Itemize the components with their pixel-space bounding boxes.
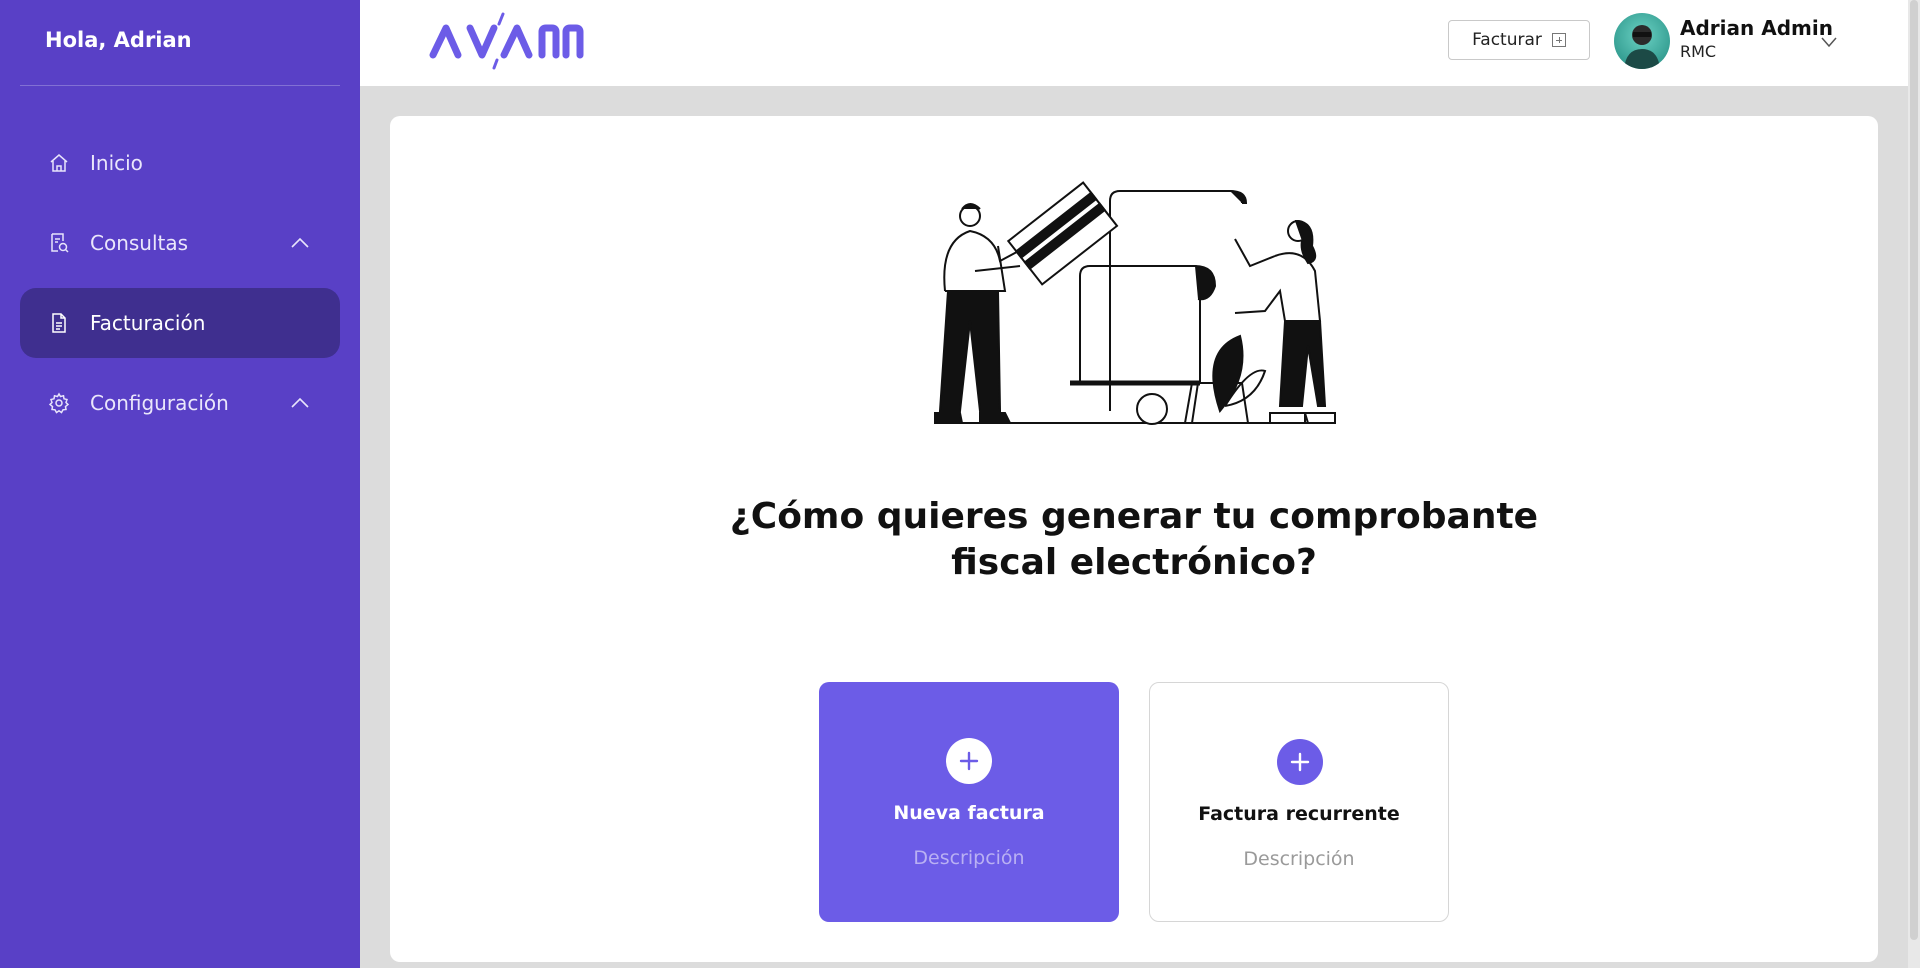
document-search-icon [48, 232, 70, 254]
sidebar-item-consultas[interactable]: Consultas [20, 208, 340, 278]
sidebar-greeting: Hola, Adrian [45, 28, 192, 52]
gear-icon [48, 392, 70, 414]
vertical-scrollbar[interactable] [1908, 0, 1920, 968]
facturar-label: Facturar [1472, 30, 1542, 50]
home-icon [48, 152, 70, 174]
sidebar-item-facturacion[interactable]: Facturación [20, 288, 340, 358]
chevron-up-icon[interactable] [290, 237, 310, 249]
chevron-up-icon[interactable] [290, 397, 310, 409]
main-card: ¿Cómo quieres generar tu comprobante fis… [390, 116, 1878, 962]
avan-logo[interactable] [428, 10, 588, 76]
scrollbar-thumb[interactable] [1910, 0, 1918, 940]
option-title: Nueva factura [893, 802, 1045, 824]
user-name: Adrian Admin [1680, 16, 1833, 40]
user-org: RMC [1680, 42, 1717, 61]
option-title: Factura recurrente [1198, 803, 1400, 825]
document-icon [48, 312, 70, 334]
chevron-down-icon[interactable] [1820, 36, 1838, 48]
nueva-factura-option[interactable]: Nueva factura Descripción [819, 682, 1119, 922]
plus-circle-icon [1277, 739, 1323, 785]
sidebar-item-label: Configuración [90, 391, 229, 415]
page-question: ¿Cómo quieres generar tu comprobante fis… [390, 494, 1878, 586]
sidebar-item-label: Inicio [90, 151, 143, 175]
sidebar-item-label: Facturación [90, 311, 206, 335]
question-line-2: fiscal electrónico? [951, 542, 1317, 583]
plus-square-icon [1551, 33, 1566, 47]
option-description: Descripción [913, 847, 1025, 869]
plus-circle-icon [946, 738, 992, 784]
sidebar-divider [20, 85, 340, 86]
avatar[interactable] [1614, 13, 1670, 69]
invoice-illustration [930, 151, 1350, 435]
question-line-1: ¿Cómo quieres generar tu comprobante [729, 496, 1539, 537]
sidebar-item-configuracion[interactable]: Configuración [20, 368, 340, 438]
sidebar-item-label: Consultas [90, 231, 189, 255]
factura-recurrente-option[interactable]: Factura recurrente Descripción [1149, 682, 1449, 922]
sidebar: Hola, Adrian Inicio Consultas Facturació… [0, 0, 360, 968]
option-description: Descripción [1243, 848, 1355, 870]
sidebar-item-inicio[interactable]: Inicio [20, 128, 340, 198]
top-header: Facturar Adrian Admin RMC [360, 0, 1908, 86]
facturar-button[interactable]: Facturar [1448, 20, 1590, 60]
